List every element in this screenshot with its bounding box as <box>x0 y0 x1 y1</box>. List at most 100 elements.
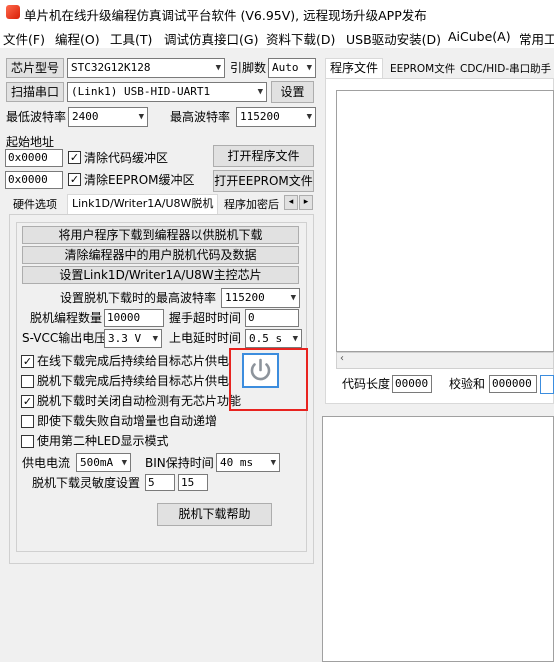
port-select[interactable]: (Link1) USB-HID-UART1 ▼ <box>67 82 267 102</box>
menu-debug[interactable]: 调试仿真接口(G) <box>164 29 258 48</box>
clear-eeprom-label: 清除EEPROM缓冲区 <box>84 173 195 187</box>
supply-current-label: 供电电流 <box>22 456 71 470</box>
scroll-left-icon: ‹ <box>340 353 344 364</box>
chevron-down-icon: ▼ <box>306 112 312 122</box>
tab-scroll-left-button[interactable]: ◂ <box>284 195 298 210</box>
menu-downloads[interactable]: 资料下载(D) <box>266 29 335 48</box>
svcc-voltage-label: S-VCC输出电压 <box>22 331 107 345</box>
app-logo-icon <box>6 5 20 19</box>
chevron-down-icon: ▼ <box>306 63 312 73</box>
tab-program-file[interactable]: 程序文件 <box>325 58 384 78</box>
sensitivity-input-a[interactable]: 5 <box>145 474 175 491</box>
clear-eeprom-checkbox[interactable]: ✓ <box>68 173 81 186</box>
pin-count-value: Auto <box>272 61 299 74</box>
auto-increment-on-fail-checkbox[interactable] <box>21 415 34 428</box>
chevron-down-icon: ▼ <box>215 63 221 73</box>
settings-button[interactable]: 设置 <box>271 81 314 103</box>
chip-model-button[interactable]: 芯片型号 <box>6 58 64 78</box>
online-keep-power-label: 在线下载完成后持续给目标芯片供电 <box>37 354 230 368</box>
second-led-mode-checkbox[interactable] <box>21 435 34 448</box>
chevron-down-icon: ▼ <box>292 334 298 344</box>
bin-hold-time-value: 40 ms <box>220 456 254 469</box>
menu-bar: 文件(F) 编程(O) 工具(T) 调试仿真接口(G) 资料下载(D) USB驱… <box>0 26 554 48</box>
chip-model-value: STC32G12K128 <box>71 61 151 74</box>
offline-max-baud-value: 115200 <box>225 291 265 304</box>
power-delay-select[interactable]: 0.5 s ▼ <box>245 329 302 348</box>
tab-eeprom-file[interactable]: EEPROM文件 <box>386 60 459 78</box>
menu-file[interactable]: 文件(F) <box>3 29 45 48</box>
min-baud-select[interactable]: 2400 ▼ <box>68 107 148 127</box>
tab-encryption[interactable]: 程序加密后 <box>220 196 284 214</box>
chevron-down-icon: ▼ <box>257 87 263 97</box>
chevron-down-icon: ▼ <box>152 334 158 344</box>
offline-count-input[interactable]: 10000 <box>104 309 164 327</box>
code-length-label: 代码长度 <box>342 377 391 391</box>
min-baud-label: 最低波特率 <box>6 110 67 124</box>
supply-current-select[interactable]: 500mA ▼ <box>76 453 131 472</box>
chevron-down-icon: ▼ <box>290 293 296 303</box>
offline-keep-power-label: 脱机下载完成后持续给目标芯片供电 <box>37 374 230 388</box>
online-keep-power-checkbox[interactable]: ✓ <box>21 355 34 368</box>
handshake-timeout-label: 握手超时时间 <box>169 311 242 325</box>
tab-offline[interactable]: Link1D/Writer1A/U8W脱机 <box>67 194 219 214</box>
download-to-programmer-button[interactable]: 将用户程序下载到编程器以供脱机下载 <box>22 226 299 244</box>
code-start-address-input[interactable]: 0x0000 <box>5 149 63 167</box>
clear-code-label: 清除代码缓冲区 <box>84 151 169 165</box>
menu-program[interactable]: 编程(O) <box>55 29 100 48</box>
max-baud-select[interactable]: 115200 ▼ <box>236 107 316 127</box>
power-button[interactable] <box>242 353 279 388</box>
offline-keep-power-checkbox[interactable] <box>21 375 34 388</box>
power-icon <box>250 358 271 381</box>
menu-aicube[interactable]: AiCube(A) <box>448 29 511 44</box>
chevron-down-icon: ▼ <box>121 458 127 468</box>
offline-max-baud-select[interactable]: 115200 ▼ <box>221 288 300 308</box>
offline-help-button[interactable]: 脱机下载帮助 <box>157 503 272 526</box>
menu-common[interactable]: 常用工 <box>519 29 554 48</box>
disable-chip-detect-label: 脱机下载时关闭自动检测有无芯片功能 <box>37 394 242 408</box>
svcc-voltage-select[interactable]: 3.3 V ▼ <box>104 329 162 348</box>
max-baud-label: 最高波特率 <box>170 110 231 124</box>
open-eeprom-file-button[interactable]: 打开EEPROM文件 <box>213 170 314 192</box>
supply-current-value: 500mA <box>80 456 114 469</box>
tab-scroll-right-button[interactable]: ▸ <box>299 195 313 210</box>
menu-tools[interactable]: 工具(T) <box>110 29 152 48</box>
hex-view[interactable] <box>336 90 554 352</box>
pin-count-select[interactable]: Auto ▼ <box>268 58 316 78</box>
min-baud-value: 2400 <box>72 110 99 123</box>
disable-chip-detect-checkbox[interactable]: ✓ <box>21 395 34 408</box>
checksum-field: 000000 <box>489 375 537 393</box>
svcc-voltage-value: 3.3 V <box>108 332 142 345</box>
power-delay-label: 上电延时时间 <box>169 331 242 345</box>
clear-programmer-button[interactable]: 清除编程器中的用户脱机代码及数据 <box>22 246 299 264</box>
menu-usb-driver[interactable]: USB驱动安装(D) <box>346 29 441 48</box>
tab-serial-assistant[interactable]: CDC/HID-串口助手 <box>456 60 554 78</box>
offline-count-label: 脱机编程数量 <box>30 311 103 325</box>
second-led-mode-label: 使用第二种LED显示模式 <box>37 434 169 448</box>
title-bar: 单片机在线升级编程仿真调试平台软件 (V6.95V), 远程现场升级APP发布 <box>0 0 554 26</box>
power-delay-value: 0.5 s <box>249 332 283 345</box>
code-length-field: 00000 <box>392 375 432 393</box>
port-value: (Link1) USB-HID-UART1 <box>71 85 211 98</box>
scan-port-button[interactable]: 扫描串口 <box>6 82 64 102</box>
set-master-chip-button[interactable]: 设置Link1D/Writer1A/U8W主控芯片 <box>22 266 299 284</box>
truncated-button[interactable] <box>540 375 554 394</box>
open-program-file-button[interactable]: 打开程序文件 <box>213 145 314 167</box>
max-baud-value: 115200 <box>240 110 280 123</box>
tab-hardware-options[interactable]: 硬件选项 <box>9 196 61 214</box>
eeprom-start-address-input[interactable]: 0x0000 <box>5 171 63 189</box>
auto-increment-on-fail-label: 即使下载失败自动增量也自动递增 <box>37 414 218 428</box>
horizontal-scrollbar[interactable]: ‹ <box>336 352 554 369</box>
sensitivity-label: 脱机下载灵敏度设置 <box>32 476 141 490</box>
output-log[interactable] <box>322 416 554 662</box>
handshake-timeout-input[interactable]: 0 <box>245 309 299 327</box>
chevron-down-icon: ▼ <box>270 458 276 468</box>
clear-code-checkbox[interactable]: ✓ <box>68 151 81 164</box>
offline-max-baud-label: 设置脱机下载时的最高波特率 <box>60 291 217 305</box>
chip-model-select[interactable]: STC32G12K128 ▼ <box>67 58 225 78</box>
chevron-down-icon: ▼ <box>138 112 144 122</box>
sensitivity-input-b[interactable]: 15 <box>178 474 208 491</box>
window-title: 单片机在线升级编程仿真调试平台软件 (V6.95V), 远程现场升级APP发布 <box>24 8 427 23</box>
bin-hold-time-label: BIN保持时间 <box>145 456 214 470</box>
bin-hold-time-select[interactable]: 40 ms ▼ <box>216 453 280 472</box>
pin-count-label: 引脚数 <box>230 61 267 75</box>
